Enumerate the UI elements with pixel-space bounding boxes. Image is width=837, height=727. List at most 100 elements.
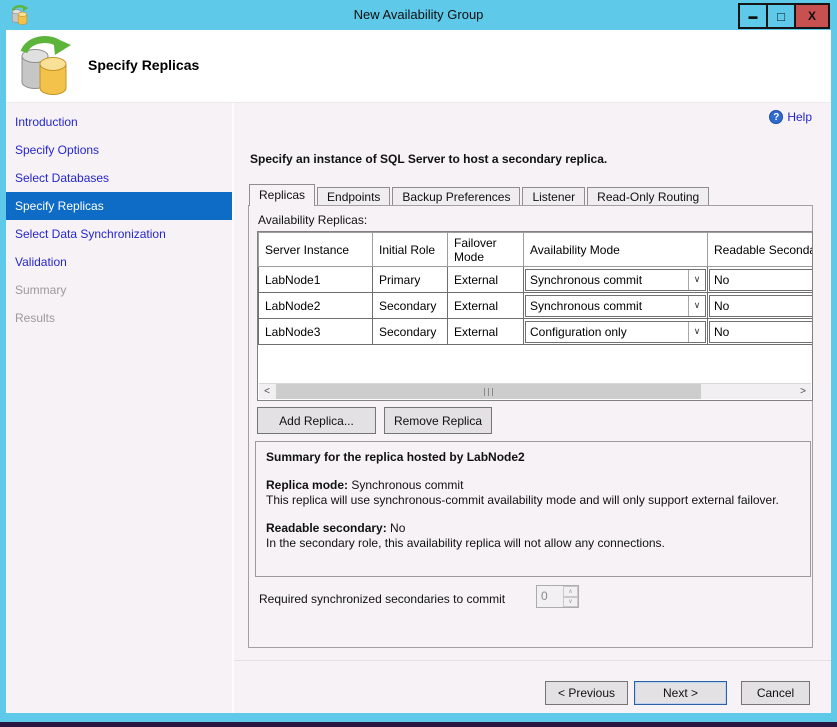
initial-role-cell: Secondary [373,319,448,345]
tab-replicas[interactable]: Replicas [249,184,315,206]
server-instance-cell: LabNode2 [259,293,373,319]
cancel-button[interactable]: Cancel [741,681,810,705]
next-button[interactable]: Next > [634,681,727,705]
tab-endpoints[interactable]: Endpoints [317,187,390,206]
instruction-text: Specify an instance of SQL Server to hos… [250,152,607,166]
spinner-down-button: ∨ [563,597,578,608]
failover-mode-cell: External [448,293,524,319]
summary-title: Summary for the replica hosted by LabNod… [266,450,800,465]
readable-secondary-summary-value: No [387,521,406,535]
failover-mode-cell: External [448,267,524,293]
sidebar-item-specify-replicas[interactable]: Specify Replicas [6,192,232,220]
table-row[interactable]: LabNode2 Secondary External Synchronous … [259,293,814,319]
col-header-availability-mode: Availability Mode [524,233,708,267]
scroll-right-icon: > [800,386,806,397]
server-instance-cell: LabNode1 [259,267,373,293]
scroll-thumb[interactable] [276,384,701,399]
desktop-background: New Availability Group ▬ □ X Specify Rep… [0,0,837,727]
col-header-failover-mode: Failover Mode [448,233,524,267]
sidebar-item-select-databases[interactable]: Select Databases [6,164,232,192]
availability-mode-dropdown[interactable]: Configuration only∨ [525,321,706,343]
page-title: Specify Replicas [88,57,199,73]
horizontal-scrollbar[interactable]: < > [259,383,811,399]
col-header-initial-role: Initial Role [373,233,448,267]
tab-listener[interactable]: Listener [522,187,585,206]
readable-secondary-line: Readable secondary: No [266,521,800,536]
help-link[interactable]: ? Help [769,110,812,124]
replicas-icon [16,36,72,96]
readable-secondary-label: Readable secondary: [266,521,387,535]
sidebar-item-select-data-synchronization[interactable]: Select Data Synchronization [6,220,232,248]
summary-panel: Summary for the replica hosted by LabNod… [255,441,811,577]
required-commit-spinner: 0 ∧ ∨ [536,585,579,608]
readable-secondary-description: In the secondary role, this availability… [266,536,800,551]
replicas-tab-panel: Availability Replicas: Server Instance I… [248,205,813,648]
spinner-down-icon: ∨ [568,598,572,605]
server-instance-cell: LabNode3 [259,319,373,345]
table-row[interactable]: LabNode3 Secondary External Configuratio… [259,319,814,345]
help-icon: ? [769,110,783,124]
table-row[interactable]: LabNode1 Primary External Synchronous co… [259,267,814,293]
help-label: Help [787,110,812,124]
dialog-body: Specify Replicas Introduction Specify Op… [6,30,831,713]
window-title: New Availability Group [0,0,837,30]
sidebar-item-summary: Summary [6,276,232,304]
add-replica-button[interactable]: Add Replica... [257,407,376,434]
col-header-readable-secondary: Readable Secondary [708,233,814,267]
remove-replica-button[interactable]: Remove Replica [384,407,492,434]
availability-mode-value: Configuration only [526,325,688,339]
minimize-button[interactable]: ▬ [738,3,768,29]
readable-secondary-value: No [714,273,729,287]
titlebar[interactable]: New Availability Group ▬ □ X [0,0,837,30]
maximize-icon: □ [777,9,785,24]
availability-replicas-label: Availability Replicas: [258,213,367,227]
sidebar-item-results: Results [6,304,232,332]
sidebar-item-specify-options[interactable]: Specify Options [6,136,232,164]
initial-role-cell: Secondary [373,293,448,319]
availability-mode-dropdown[interactable]: Synchronous commit∨ [525,295,706,317]
required-commit-label: Required synchronized secondaries to com… [259,592,505,606]
required-commit-value: 0 [537,586,563,607]
table-header-row: Server Instance Initial Role Failover Mo… [259,233,814,267]
col-header-server-instance: Server Instance [259,233,373,267]
chevron-down-icon: ∨ [688,322,705,342]
availability-mode-value: Synchronous commit [526,273,688,287]
sidebar-item-validation[interactable]: Validation [6,248,232,276]
replica-mode-value: Synchronous commit [348,478,463,492]
scroll-left-button[interactable]: < [259,384,275,399]
tab-strip: Replicas Endpoints Backup Preferences Li… [249,184,711,206]
replica-mode-label: Replica mode: [266,478,348,492]
readable-secondary-dropdown[interactable]: No [709,269,813,291]
sidebar-item-introduction[interactable]: Introduction [6,108,232,136]
replica-mode-line: Replica mode: Synchronous commit [266,478,800,493]
chevron-down-icon: ∨ [688,296,705,316]
chevron-down-icon: ∨ [688,270,705,290]
previous-button[interactable]: < Previous [545,681,628,705]
scroll-grip-icon [484,388,493,396]
close-icon: X [808,9,816,23]
availability-mode-value: Synchronous commit [526,299,688,313]
spinner-up-icon: ∧ [568,588,572,595]
readable-secondary-dropdown[interactable]: No [709,295,813,317]
scroll-right-button[interactable]: > [795,384,811,399]
minimize-icon: ▬ [749,11,758,21]
content-area: ? Help Specify an instance of SQL Server… [234,103,831,713]
footer-divider [234,660,831,661]
maximize-button[interactable]: □ [766,3,796,29]
window-controls: ▬ □ X [740,3,830,29]
spinner-up-button: ∧ [563,586,578,597]
readable-secondary-dropdown[interactable]: No [709,321,813,343]
failover-mode-cell: External [448,319,524,345]
readable-secondary-value: No [714,325,729,339]
tab-backup-preferences[interactable]: Backup Preferences [392,187,520,206]
availability-mode-dropdown[interactable]: Synchronous commit∨ [525,269,706,291]
initial-role-cell: Primary [373,267,448,293]
close-button[interactable]: X [794,3,830,29]
tab-read-only-routing[interactable]: Read-Only Routing [587,187,709,206]
availability-replicas-grid: Server Instance Initial Role Failover Mo… [257,231,813,401]
spinner-buttons: ∧ ∨ [563,586,578,607]
wizard-steps-sidebar: Introduction Specify Options Select Data… [6,103,232,713]
wizard-window: New Availability Group ▬ □ X Specify Rep… [0,0,837,722]
readable-secondary-value: No [714,299,729,313]
header-band: Specify Replicas [6,30,831,103]
